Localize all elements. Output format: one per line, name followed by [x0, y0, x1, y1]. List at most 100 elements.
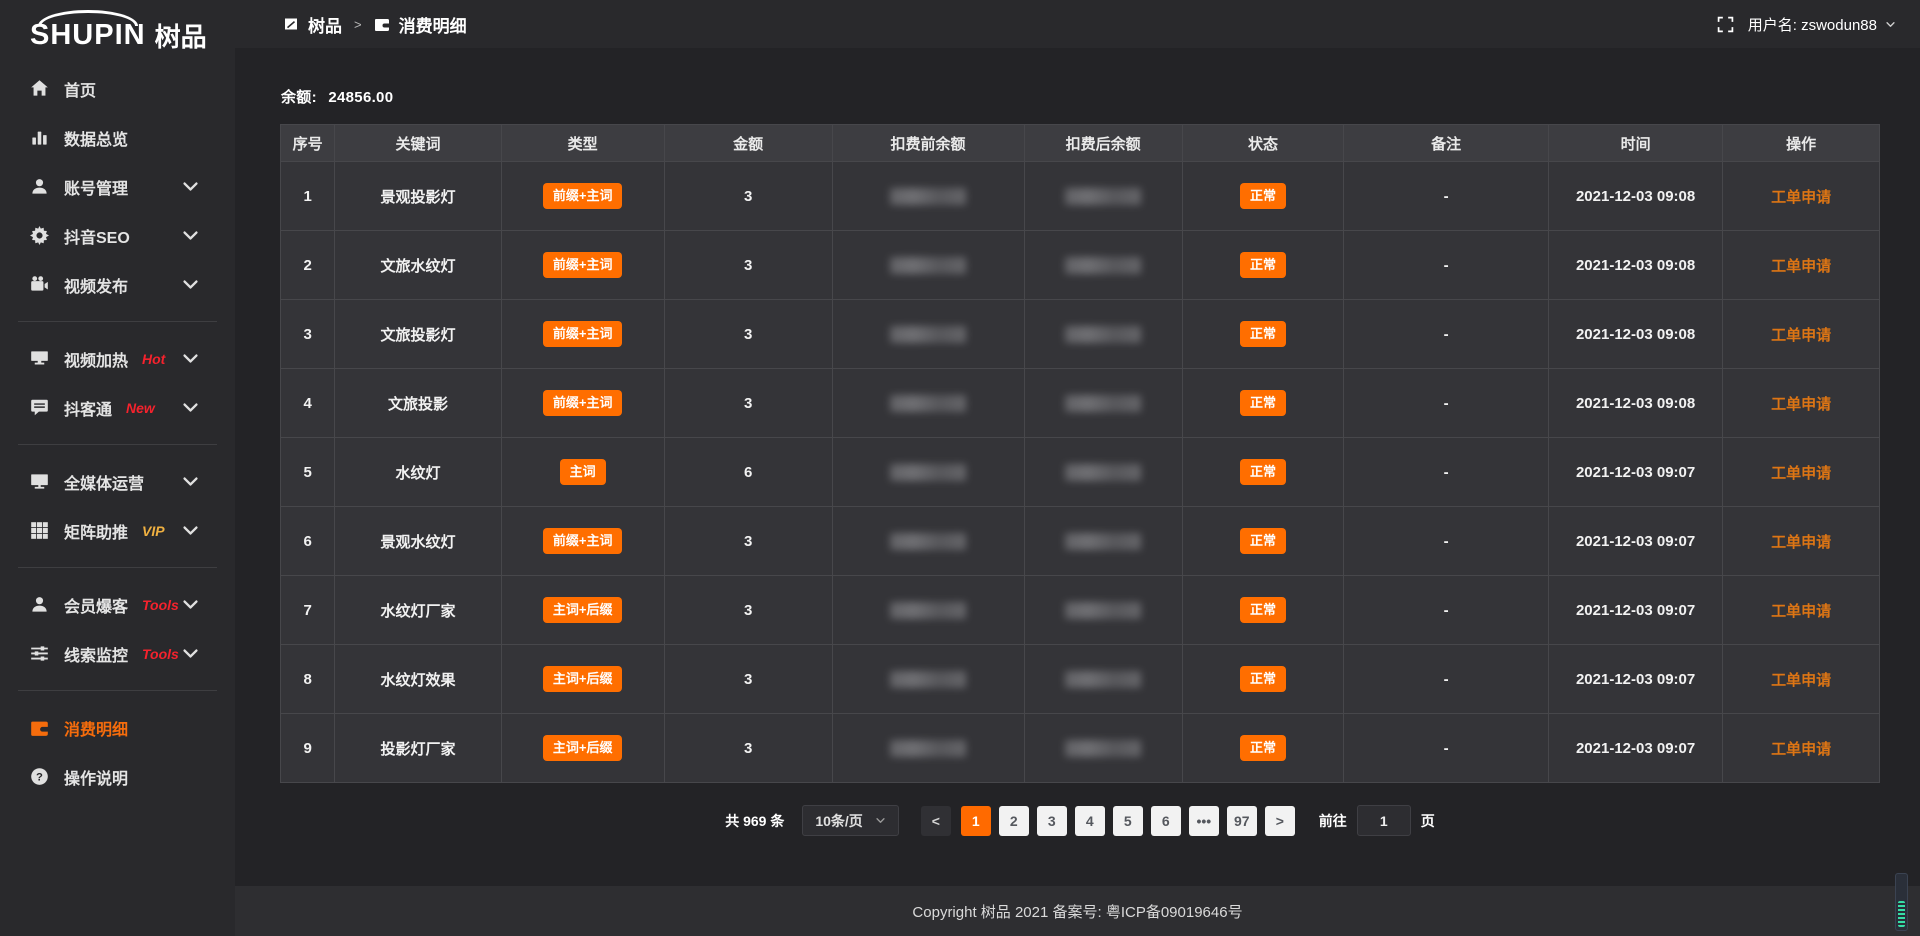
mini-scrollbar-stripes	[1898, 901, 1905, 927]
chevron-down-icon	[181, 595, 200, 614]
chevron-down-icon	[181, 472, 200, 491]
prev-page-button[interactable]: <	[921, 806, 951, 836]
row-index: 5	[281, 438, 335, 507]
balance-after-redacted	[1024, 576, 1182, 645]
balance-after-redacted	[1024, 162, 1182, 231]
table-row: 4文旅投影前缀+主词3正常-2021-12-03 09:08工单申请	[281, 369, 1880, 438]
time-cell: 2021-12-03 09:07	[1548, 438, 1722, 507]
sidebar-item-label: 线索监控	[64, 642, 128, 666]
breadcrumb-item-home[interactable]: 树品	[308, 12, 342, 37]
balance-after-redacted	[1024, 645, 1182, 714]
goto-unit: 页	[1421, 811, 1435, 831]
fullscreen-icon[interactable]	[1717, 16, 1734, 33]
work-order-link[interactable]: 工单申请	[1771, 465, 1831, 482]
pagination-total: 共 969 条	[725, 811, 784, 831]
goto-page-input[interactable]	[1357, 805, 1411, 836]
work-order-link[interactable]: 工单申请	[1771, 534, 1831, 551]
time-cell: 2021-12-03 09:07	[1548, 576, 1722, 645]
sidebar-item-label: 操作说明	[64, 765, 128, 789]
time-cell: 2021-12-03 09:08	[1548, 231, 1722, 300]
status-badge: 正常	[1240, 252, 1286, 278]
type-badge: 主词+后缀	[543, 735, 623, 761]
user-icon	[30, 177, 49, 196]
status-badge: 正常	[1182, 714, 1343, 783]
sidebar-item-矩阵助推[interactable]: 矩阵助推VIP	[0, 506, 235, 555]
work-order-link[interactable]: 工单申请	[1771, 741, 1831, 758]
balance-before-redacted	[890, 257, 966, 274]
type-badge: 前缀+主词	[501, 507, 664, 576]
time-cell: 2021-12-03 09:07	[1548, 507, 1722, 576]
keyword-cell: 水纹灯	[335, 438, 501, 507]
column-header: 金额	[664, 125, 832, 162]
status-badge: 正常	[1182, 645, 1343, 714]
balance-before-redacted	[832, 438, 1024, 507]
keyword-cell: 文旅投影灯	[335, 300, 501, 369]
monitor-icon	[30, 472, 49, 491]
page-button-5[interactable]: 5	[1113, 806, 1143, 836]
note-cell: -	[1344, 369, 1549, 438]
keyword-cell: 景观水纹灯	[335, 507, 501, 576]
sidebar-item-label: 视频发布	[64, 273, 128, 297]
sidebar-item-数据总览[interactable]: 数据总览	[0, 113, 235, 162]
sidebar-item-账号管理[interactable]: 账号管理	[0, 162, 235, 211]
type-badge: 前缀+主词	[501, 231, 664, 300]
chevron-down-icon	[181, 226, 200, 245]
sidebar-item-全媒体运营[interactable]: 全媒体运营	[0, 457, 235, 506]
time-cell: 2021-12-03 09:08	[1548, 162, 1722, 231]
page-buttons: 123456 ••• 97	[961, 806, 1257, 836]
keyword-cell: 水纹灯效果	[335, 645, 501, 714]
page-button-97[interactable]: 97	[1227, 806, 1257, 836]
sidebar-item-会员爆客[interactable]: 会员爆客Tools	[0, 580, 235, 629]
row-index: 1	[281, 162, 335, 231]
work-order-link[interactable]: 工单申请	[1771, 396, 1831, 413]
column-header: 操作	[1723, 125, 1880, 162]
chevron-down-icon[interactable]	[1885, 19, 1896, 30]
balance-after-redacted	[1065, 464, 1141, 481]
mini-scrollbar[interactable]	[1895, 873, 1908, 931]
sidebar-item-视频加热[interactable]: 视频加热Hot	[0, 334, 235, 383]
sidebar-item-首页[interactable]: 首页	[0, 64, 235, 113]
status-badge: 正常	[1182, 369, 1343, 438]
time-cell: 2021-12-03 09:08	[1548, 300, 1722, 369]
page-button-4[interactable]: 4	[1075, 806, 1105, 836]
page-button-6[interactable]: 6	[1151, 806, 1181, 836]
next-page-button[interactable]: >	[1265, 806, 1295, 836]
note-cell: -	[1344, 507, 1549, 576]
footer: Copyright 树品 2021 备案号: 粤ICP备09019646号	[235, 886, 1920, 936]
page-size-select[interactable]: 10条/页	[802, 805, 898, 836]
amount-cell: 3	[664, 507, 832, 576]
amount-cell: 3	[664, 645, 832, 714]
time-cell: 2021-12-03 09:07	[1548, 645, 1722, 714]
work-order-link[interactable]: 工单申请	[1771, 672, 1831, 689]
work-order-link[interactable]: 工单申请	[1771, 603, 1831, 620]
page-button-3[interactable]: 3	[1037, 806, 1067, 836]
work-order-link[interactable]: 工单申请	[1771, 189, 1831, 206]
sidebar-menu: 首页数据总览账号管理抖音SEO 视频发布视频加热Hot抖客通New 全媒体运营矩阵助…	[0, 56, 235, 801]
chevron-down-icon	[181, 275, 200, 294]
username[interactable]: 用户名: zswodun88	[1748, 14, 1877, 35]
gear-icon	[30, 226, 49, 245]
chevron-down-icon	[181, 177, 200, 196]
note-cell: -	[1344, 231, 1549, 300]
balance-before-redacted	[832, 300, 1024, 369]
note-cell: -	[1344, 576, 1549, 645]
more-pages-button[interactable]: •••	[1189, 806, 1219, 836]
work-order-link: 工单申请	[1723, 162, 1880, 231]
amount-cell: 3	[664, 231, 832, 300]
balance-before-redacted	[890, 671, 966, 688]
row-index: 3	[281, 300, 335, 369]
page-button-2[interactable]: 2	[999, 806, 1029, 836]
type-badge: 主词	[560, 459, 606, 485]
page-button-1[interactable]: 1	[961, 806, 991, 836]
work-order-link[interactable]: 工单申请	[1771, 327, 1831, 344]
sidebar-item-操作说明[interactable]: ?操作说明	[0, 752, 235, 801]
sidebar-item-抖音SEO[interactable]: 抖音SEO	[0, 211, 235, 260]
type-badge: 前缀+主词	[543, 321, 623, 347]
sidebar-item-视频发布[interactable]: 视频发布	[0, 260, 235, 309]
sidebar-item-消费明细[interactable]: 消费明细	[0, 703, 235, 752]
topbar-right: 用户名: zswodun88	[1717, 14, 1896, 35]
work-order-link[interactable]: 工单申请	[1771, 258, 1831, 275]
table-row: 3文旅投影灯前缀+主词3正常-2021-12-03 09:08工单申请	[281, 300, 1880, 369]
sidebar-item-抖客通[interactable]: 抖客通New	[0, 383, 235, 432]
sidebar-item-线索监控[interactable]: 线索监控Tools	[0, 629, 235, 678]
